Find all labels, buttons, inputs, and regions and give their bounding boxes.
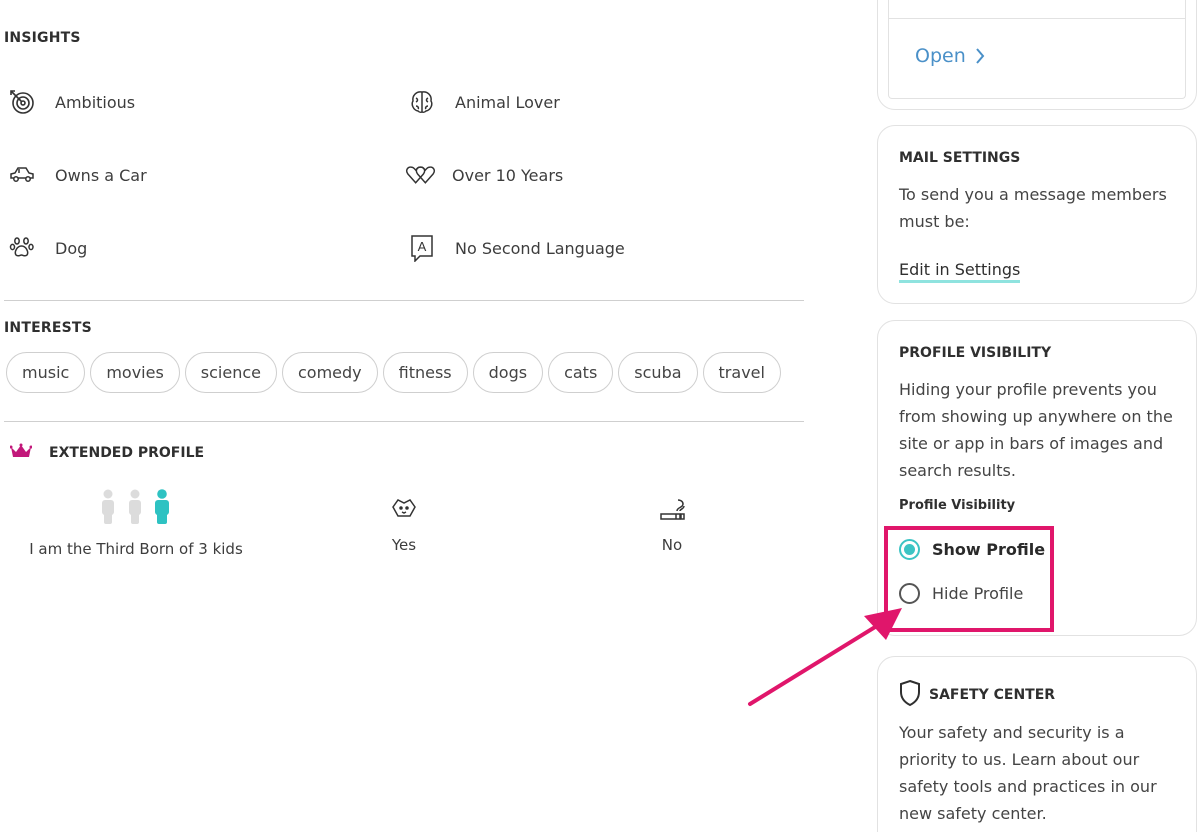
insight-ambitious: Ambitious [8, 88, 135, 116]
siblings-icon [20, 488, 252, 526]
insight-over-10-years: Over 10 Years [405, 161, 563, 189]
interest-chip[interactable]: travel [702, 352, 781, 393]
top-card-inner: Open [888, 0, 1186, 99]
interest-chip[interactable]: fitness [382, 352, 468, 393]
interest-chip[interactable]: dogs [472, 352, 544, 393]
mail-settings-title: MAIL SETTINGS [899, 150, 1021, 166]
profile-visibility-title: PROFILE VISIBILITY [899, 345, 1052, 361]
extended-item-smoking: No [622, 496, 722, 554]
profile-main-column: INSIGHTS Ambitious Animal Lover Owns a C… [0, 0, 810, 832]
extended-item-label: No [661, 536, 683, 554]
open-label: Open [915, 45, 966, 67]
extended-item-siblings: I am the Third Born of 3 kids [20, 488, 252, 558]
interest-chip[interactable]: movies [90, 352, 180, 393]
interest-chip[interactable]: cats [548, 352, 614, 393]
extended-item-pets: Yes [354, 496, 454, 554]
interest-chip[interactable]: comedy [281, 352, 378, 393]
extended-item-label: I am the Third Born of 3 kids [29, 540, 243, 558]
profile-visibility-subtitle: Profile Visibility [899, 498, 1016, 513]
edit-settings-link[interactable]: Edit in Settings [899, 260, 1021, 283]
safety-center-card: SAFETY CENTER Your safety and security i… [877, 656, 1197, 832]
extended-profile-title: EXTENDED PROFILE [49, 445, 205, 461]
extended-item-label: Yes [391, 536, 417, 554]
chevron-right-icon [975, 48, 985, 64]
safety-center-header: SAFETY CENTER [899, 679, 1055, 711]
paw-icon [8, 234, 36, 262]
top-card: Open [877, 0, 1197, 110]
extended-profile-header: EXTENDED PROFILE [9, 443, 205, 463]
profile-visibility-text: Hiding your profile prevents you from sh… [899, 380, 1173, 480]
interest-chip[interactable]: scuba [618, 352, 698, 393]
interest-chips: music movies science comedy fitness dogs… [6, 352, 786, 393]
insight-label: Over 10 Years [452, 165, 564, 185]
insight-label: Dog [55, 238, 88, 258]
smoking-icon [622, 496, 722, 526]
target-icon [8, 88, 36, 116]
insight-label: Ambitious [55, 92, 136, 112]
profile-page: INSIGHTS Ambitious Animal Lover Owns a C… [0, 0, 1200, 832]
language-icon: A [408, 234, 436, 262]
brain-icon [408, 88, 436, 116]
annotation-arrow [740, 600, 910, 716]
section-divider [4, 421, 804, 422]
interest-chip[interactable]: music [6, 352, 86, 393]
open-link[interactable]: Open [915, 45, 985, 67]
safety-center-text: Your safety and security is a priority t… [899, 723, 1157, 823]
interest-chip[interactable]: science [184, 352, 277, 393]
insights-title: INSIGHTS [4, 30, 81, 46]
crown-icon [9, 443, 33, 463]
insight-animal-lover: Animal Lover [408, 88, 560, 116]
section-divider [4, 300, 804, 301]
hearts-icon [405, 161, 436, 189]
mail-settings-card: MAIL SETTINGS To send you a message memb… [877, 125, 1197, 304]
top-card-divider [889, 18, 1185, 19]
svg-text:A: A [418, 239, 427, 254]
insight-owns-car: Owns a Car [8, 161, 147, 189]
interests-title: INTERESTS [4, 320, 92, 336]
insight-label: Animal Lover [455, 92, 560, 112]
safety-center-title: SAFETY CENTER [929, 687, 1056, 703]
insight-dog: Dog [8, 234, 87, 262]
insight-label: No Second Language [455, 238, 625, 258]
car-icon [8, 161, 36, 189]
mail-settings-text: To send you a message members must be: [899, 185, 1167, 231]
insight-label: Owns a Car [55, 165, 147, 185]
insight-language: A No Second Language [408, 234, 625, 262]
pet-icon [354, 496, 454, 526]
